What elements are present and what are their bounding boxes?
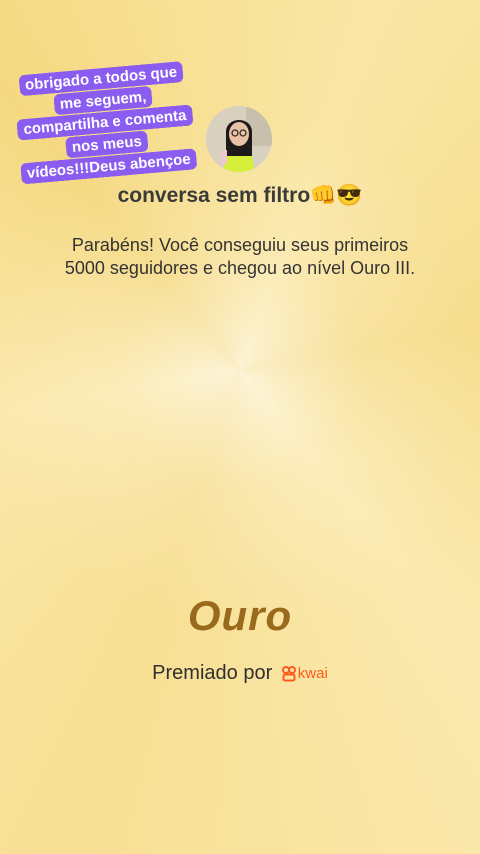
kwai-icon [281, 665, 296, 682]
caption-sticker-text: obrigado a todos que me seguem, comparti… [16, 61, 198, 185]
level-badge-text: Ouro [187, 592, 293, 639]
kwai-logo: kwai [281, 665, 328, 683]
awarded-by-label: Premiado por [152, 662, 273, 684]
kwai-brand-text: kwai [297, 665, 328, 683]
avatar[interactable] [206, 106, 272, 172]
achievement-message: Parabéns! Você conseguiu seus primeiros … [64, 235, 416, 278]
profile-name: conversa sem filtro👊😎 [117, 184, 363, 207]
avatar-image [206, 106, 272, 172]
caption-sticker: obrigado a todos que me seguem, comparti… [12, 60, 199, 185]
awarded-by: Premiado por kwai [0, 662, 480, 685]
